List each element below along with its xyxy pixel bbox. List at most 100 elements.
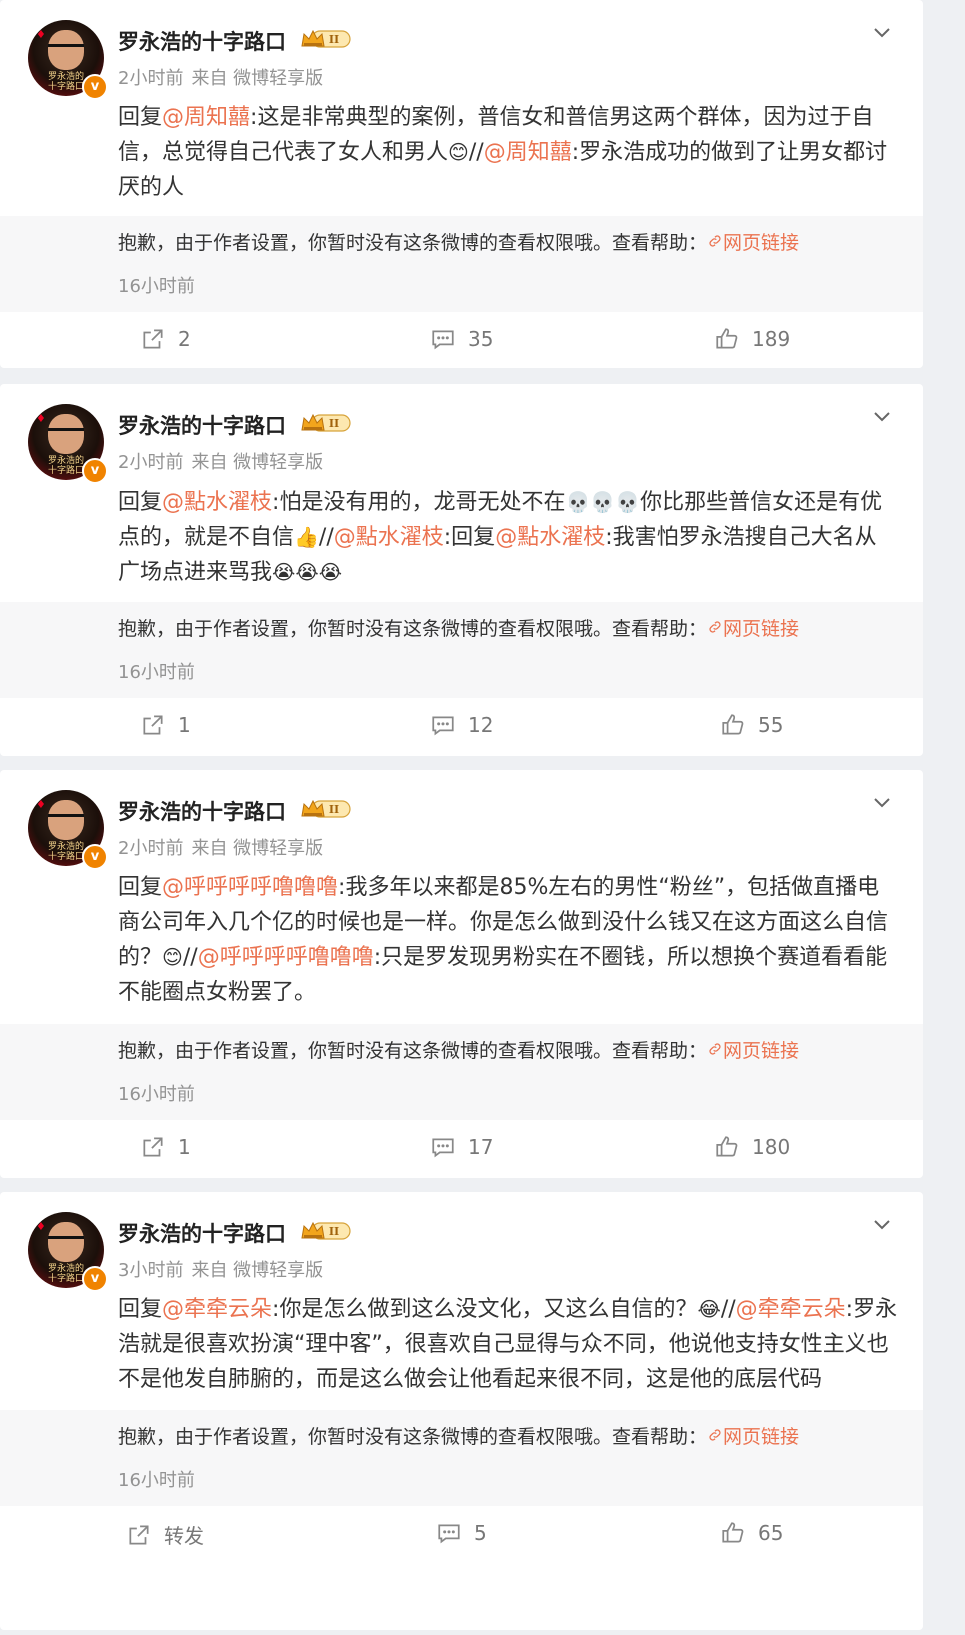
repost-button[interactable]: 1 bbox=[140, 1134, 191, 1160]
emoji-icon: 😂 bbox=[697, 1297, 721, 1321]
like-count: 180 bbox=[752, 1135, 791, 1159]
post-meta: 3小时前 来自 微博轻享版 bbox=[118, 1256, 323, 1282]
mention-link[interactable]: @牵牵云朵 bbox=[162, 1297, 272, 1322]
comment-button[interactable]: 12 bbox=[430, 712, 493, 738]
thumbs-up-icon bbox=[720, 712, 758, 738]
repost-button[interactable]: 1 bbox=[140, 712, 191, 738]
notice-time: 16小时前 bbox=[118, 1084, 195, 1105]
comment-button[interactable]: 17 bbox=[430, 1134, 493, 1160]
post-time[interactable]: 2小时前 bbox=[118, 838, 183, 859]
post-meta: 2小时前 来自 微博轻享版 bbox=[118, 834, 323, 860]
emoji-icon: 😊 bbox=[448, 140, 469, 164]
post-source[interactable]: 来自 微博轻享版 bbox=[191, 68, 323, 89]
text-segment: :怕是没有用的，龙哥无处不在 bbox=[272, 490, 566, 515]
web-link[interactable]: 网页链接 bbox=[707, 1040, 799, 1062]
username[interactable]: 罗永浩的十字路口 bbox=[118, 410, 286, 440]
post-meta: 2小时前 来自 微博轻享版 bbox=[118, 64, 323, 90]
repost-count: 转发 bbox=[164, 1524, 204, 1548]
mention-link[interactable]: @周知囍 bbox=[484, 140, 572, 165]
repost-button[interactable]: 2 bbox=[140, 326, 191, 352]
web-link[interactable]: 网页链接 bbox=[707, 1426, 799, 1448]
restricted-notice: 抱歉，由于作者设置，你暂时没有这条微博的查看权限哦。查看帮助： 网页链接 16小时前 bbox=[0, 1410, 923, 1506]
emoji-icon: 😊 bbox=[162, 945, 183, 969]
chevron-down-icon[interactable] bbox=[870, 1212, 894, 1236]
post-card: ♦ 罗永浩的十字路口 v 罗永浩的十字路口 II 2小时前 来自 微博轻享版 回复@呼呼呼呼噜… bbox=[0, 770, 923, 1178]
username[interactable]: 罗永浩的十字路口 bbox=[118, 796, 286, 826]
like-button[interactable]: 180 bbox=[714, 1134, 790, 1160]
text-segment: // bbox=[720, 1297, 736, 1322]
mention-link[interactable]: @點水濯枝 bbox=[334, 525, 444, 550]
web-link[interactable]: 网页链接 bbox=[707, 232, 799, 254]
like-button[interactable]: 189 bbox=[714, 326, 790, 352]
text-segment: ￼// bbox=[182, 945, 198, 970]
restricted-notice: 抱歉，由于作者设置，你暂时没有这条微博的查看权限哦。查看帮助： 网页链接 16小时前 bbox=[0, 602, 923, 698]
like-button[interactable]: 65 bbox=[720, 1520, 783, 1546]
emoji-icon: 💀💀💀 bbox=[565, 490, 641, 514]
comment-count: 5 bbox=[474, 1521, 487, 1545]
username[interactable]: 罗永浩的十字路口 bbox=[118, 26, 286, 56]
like-count: 189 bbox=[752, 327, 791, 351]
verified-badge-icon: v bbox=[82, 458, 108, 484]
post-card: ♦ 罗永浩的十字路口 v 罗永浩的十字路口 II 2小时前 来自 微博轻享版 回复@周知囍:这… bbox=[0, 0, 923, 368]
repost-count: 1 bbox=[178, 713, 191, 737]
vip-crown-icon: II bbox=[300, 798, 352, 820]
comment-icon bbox=[430, 326, 468, 352]
restricted-notice: 抱歉，由于作者设置，你暂时没有这条微博的查看权限哦。查看帮助： 网页链接 16小时前 bbox=[0, 216, 923, 312]
notice-message: 抱歉，由于作者设置，你暂时没有这条微博的查看权限哦。查看帮助： bbox=[118, 1040, 708, 1062]
emoji-icon: 😭😭😭 bbox=[272, 560, 343, 584]
post-time[interactable]: 2小时前 bbox=[118, 452, 183, 473]
post-meta: 2小时前 来自 微博轻享版 bbox=[118, 448, 323, 474]
mention-link[interactable]: @點水濯枝 bbox=[495, 525, 605, 550]
chevron-down-icon[interactable] bbox=[870, 20, 894, 44]
like-count: 65 bbox=[758, 1521, 784, 1545]
post-time[interactable]: 3小时前 bbox=[118, 1260, 183, 1281]
repost-button[interactable]: 转发 bbox=[126, 1520, 204, 1549]
verified-badge-icon: v bbox=[82, 1266, 108, 1292]
notice-text: 抱歉，由于作者设置，你暂时没有这条微博的查看权限哦。查看帮助： 网页链接 bbox=[118, 1036, 799, 1063]
notice-text: 抱歉，由于作者设置，你暂时没有这条微博的查看权限哦。查看帮助： 网页链接 bbox=[118, 228, 799, 255]
share-icon bbox=[140, 712, 178, 738]
comment-icon bbox=[430, 712, 468, 738]
chevron-down-icon[interactable] bbox=[870, 790, 894, 814]
web-link[interactable]: 网页链接 bbox=[707, 618, 799, 640]
link-icon bbox=[707, 1040, 723, 1062]
share-icon bbox=[140, 1134, 178, 1160]
like-count: 55 bbox=[758, 713, 784, 737]
notice-text: 抱歉，由于作者设置，你暂时没有这条微博的查看权限哦。查看帮助： 网页链接 bbox=[118, 614, 799, 641]
text-segment: :你是怎么做到这么没文化，又这么自信的？ bbox=[272, 1297, 698, 1322]
mention-link[interactable]: @呼呼呼呼噜噜噜 bbox=[198, 945, 374, 970]
like-button[interactable]: 55 bbox=[720, 712, 783, 738]
chevron-down-icon[interactable] bbox=[870, 404, 894, 428]
emoji-icon: 👍 bbox=[294, 525, 319, 549]
mention-link[interactable]: @牵牵云朵 bbox=[736, 1297, 846, 1322]
thumbs-up-icon bbox=[714, 326, 752, 352]
avatar-glasses bbox=[48, 1236, 84, 1247]
avatar-caption: 罗永浩的十字路口 bbox=[47, 456, 84, 476]
web-link-label: 网页链接 bbox=[723, 232, 800, 254]
mention-link[interactable]: @呼呼呼呼噜噜噜 bbox=[162, 875, 338, 900]
avatar-caption: 罗永浩的十字路口 bbox=[47, 72, 84, 92]
mention-link[interactable]: @點水濯枝 bbox=[162, 490, 272, 515]
thumbs-up-icon bbox=[720, 1520, 758, 1546]
comment-button[interactable]: 5 bbox=[436, 1520, 487, 1546]
comment-button[interactable]: 35 bbox=[430, 326, 493, 352]
post-time[interactable]: 2小时前 bbox=[118, 68, 183, 89]
avatar-glasses bbox=[48, 44, 84, 55]
verified-badge-icon: v bbox=[82, 844, 108, 870]
avatar-logo-mark: ♦ bbox=[36, 412, 46, 425]
post-source[interactable]: 来自 微博轻享版 bbox=[191, 838, 323, 859]
vip-crown-icon: II bbox=[300, 412, 352, 434]
text-segment: 回复 bbox=[118, 1297, 163, 1322]
post-source[interactable]: 来自 微博轻享版 bbox=[191, 452, 323, 473]
username[interactable]: 罗永浩的十字路口 bbox=[118, 1218, 286, 1248]
post-source[interactable]: 来自 微博轻享版 bbox=[191, 1260, 323, 1281]
verified-badge-icon: v bbox=[82, 74, 108, 100]
notice-time: 16小时前 bbox=[118, 276, 195, 297]
thumbs-up-icon bbox=[714, 1134, 752, 1160]
repost-count: 1 bbox=[178, 1135, 191, 1159]
mention-link[interactable]: @周知囍 bbox=[162, 105, 250, 130]
vip-crown-icon: II bbox=[300, 1220, 352, 1242]
web-link-label: 网页链接 bbox=[723, 1426, 800, 1448]
avatar-caption: 罗永浩的十字路口 bbox=[47, 1264, 84, 1284]
post-text: 回复@牵牵云朵:你是怎么做到这么没文化，又这么自信的？😂//@牵牵云朵:罗永浩就… bbox=[118, 1292, 898, 1397]
